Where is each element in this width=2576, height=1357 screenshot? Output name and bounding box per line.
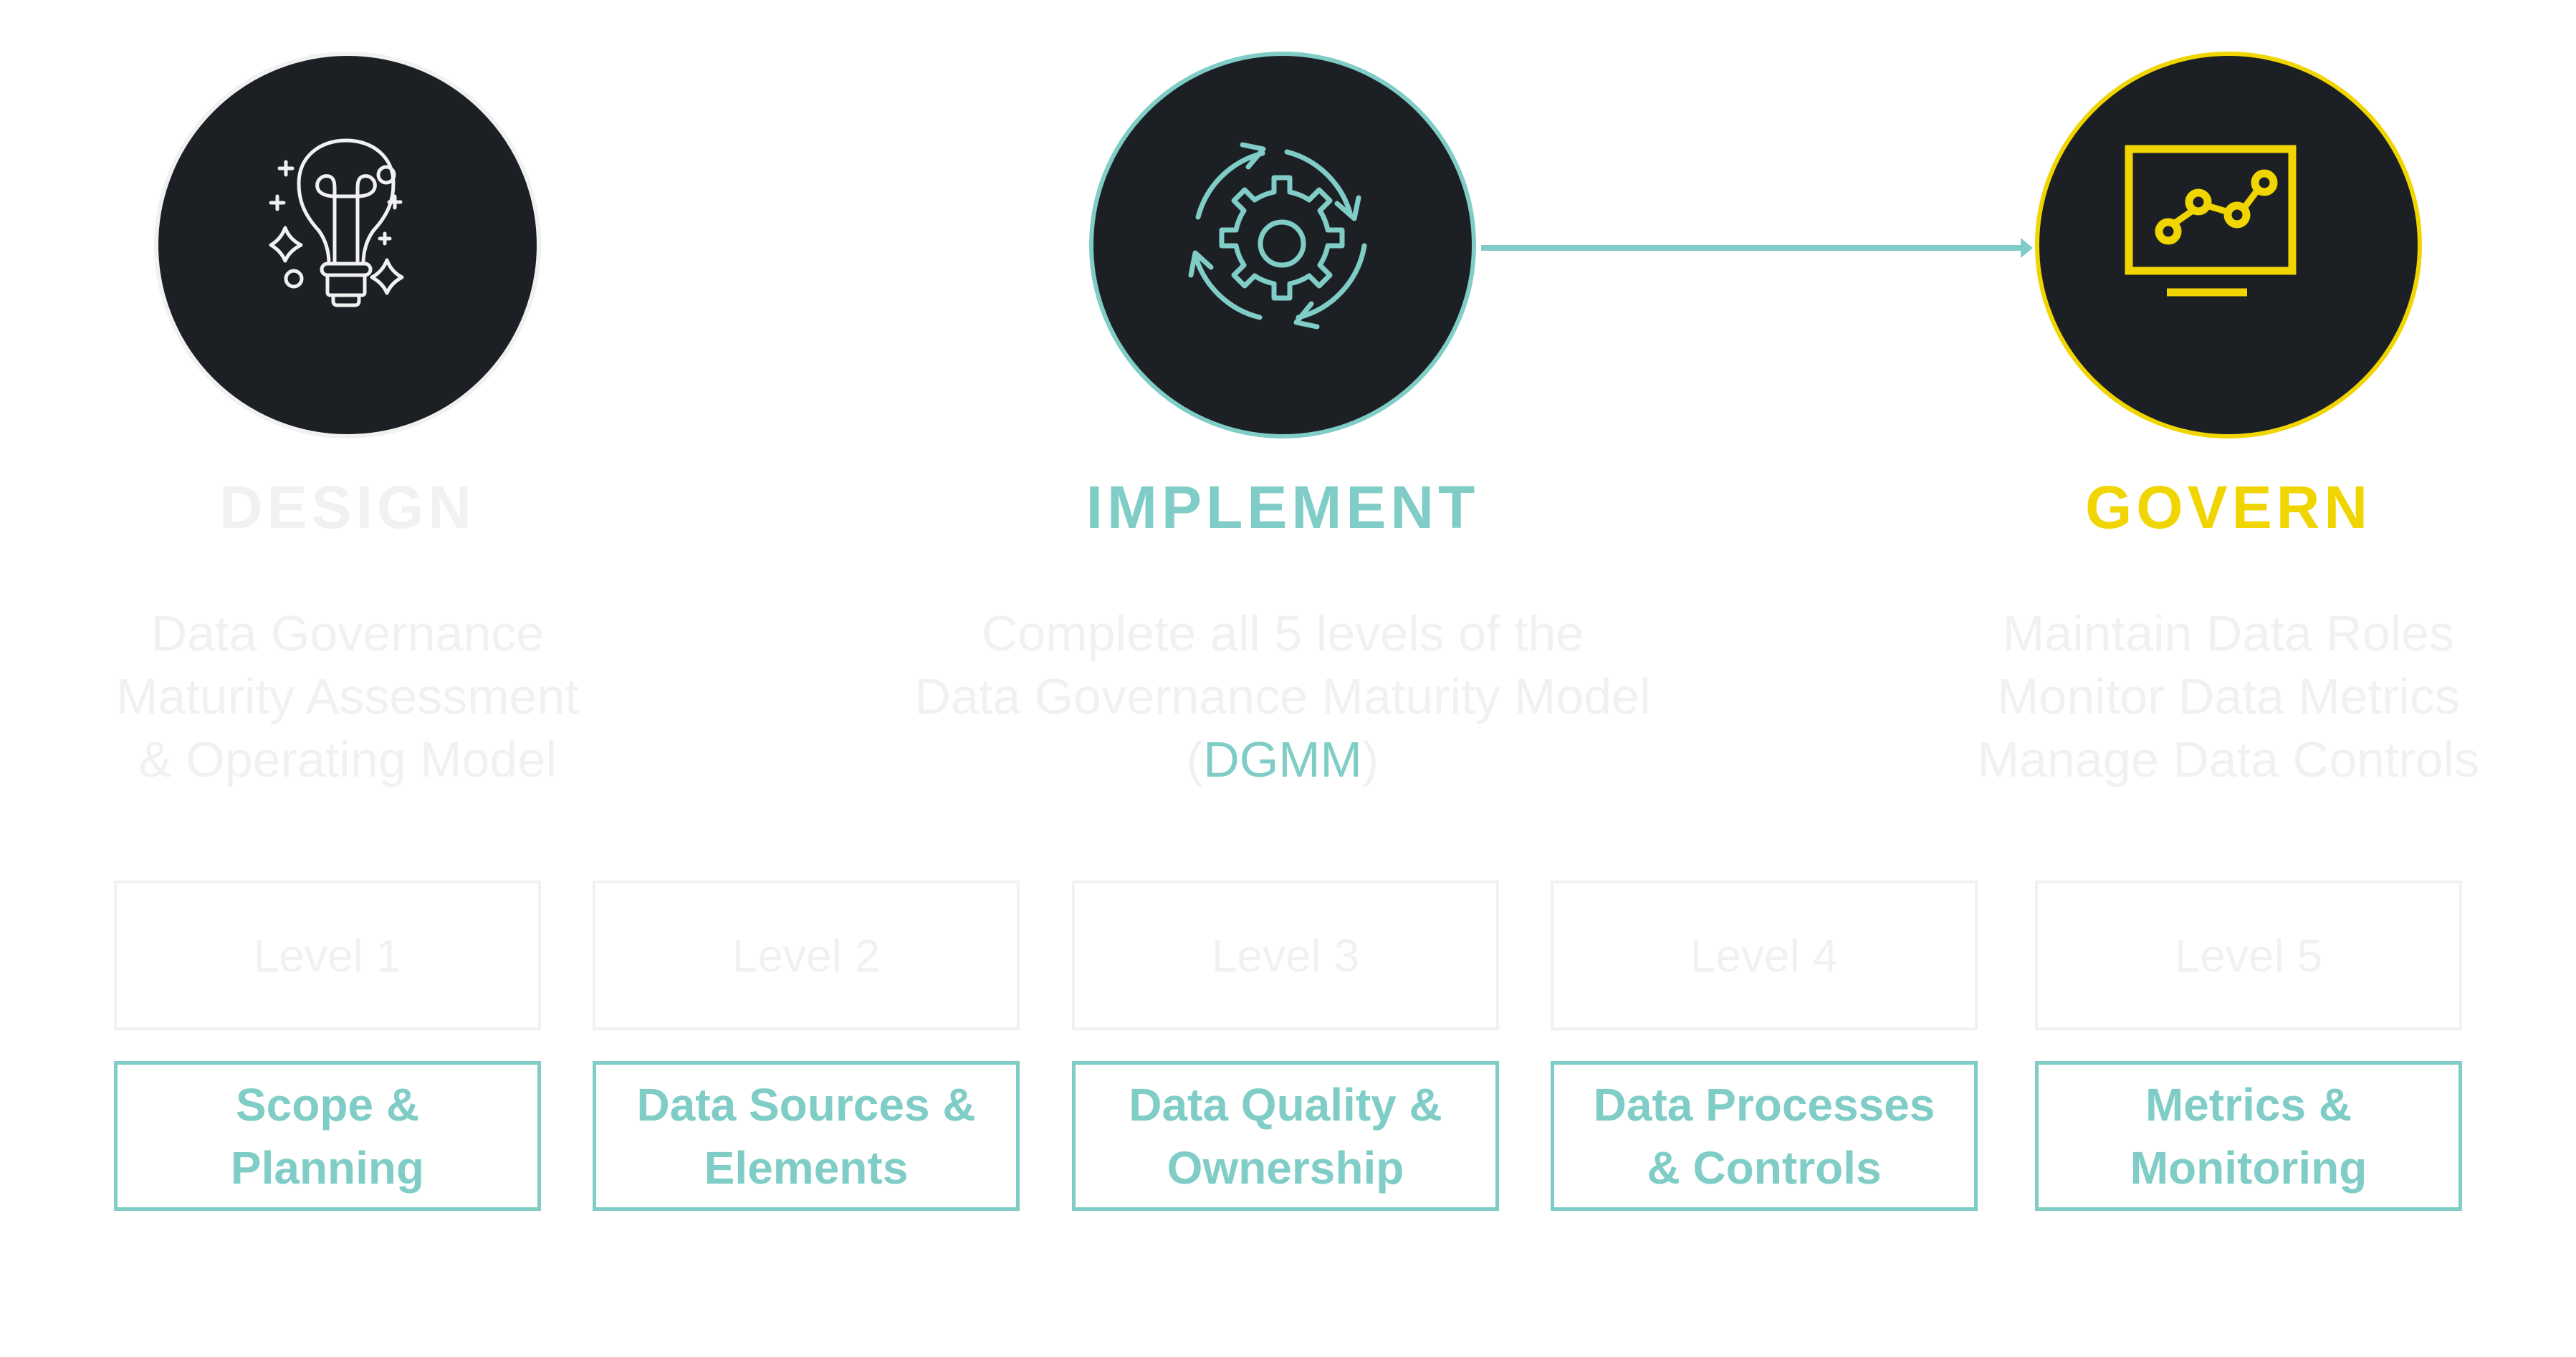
topic-line: Ownership: [1167, 1141, 1404, 1194]
topic-line: Data Processes: [1593, 1078, 1935, 1131]
topic-box-data-sources: Data Sources & Elements: [593, 1061, 1020, 1211]
description-line: Data Governance: [150, 605, 545, 661]
description-line: Monitor Data Metrics: [1997, 668, 2460, 724]
level-box-1: Level 1: [114, 881, 541, 1030]
description-line: Maintain Data Roles: [2002, 605, 2455, 661]
topic-line: Planning: [230, 1141, 425, 1194]
paren-open: (: [1186, 732, 1204, 787]
description-line: Complete all 5 levels of the: [981, 605, 1584, 661]
description-line: Manage Data Controls: [1977, 732, 2480, 787]
implement-to-govern-connector: [1481, 245, 2026, 251]
description-line: Maturity Assessment: [116, 668, 579, 724]
description-line: & Operating Model: [138, 732, 557, 787]
topic-line: Elements: [704, 1141, 909, 1194]
topic-line: & Controls: [1647, 1141, 1882, 1194]
topic-box-scope-planning: Scope & Planning: [114, 1061, 541, 1211]
implement-phase-description: Complete all 5 levels of the Data Govern…: [889, 602, 1677, 791]
govern-phase-title: GOVERN: [2084, 474, 2372, 541]
design-phase-circle: [154, 52, 541, 438]
topic-line: Metrics &: [2145, 1078, 2352, 1131]
arrow-right-icon: [2021, 238, 2033, 258]
govern-phase-description: Maintain Data Roles Monitor Data Metrics…: [1906, 602, 2551, 791]
level-box-5: Level 5: [2035, 881, 2462, 1030]
design-phase-description: Data Governance Maturity Assessment & Op…: [25, 602, 670, 791]
description-line: (DGMM): [889, 728, 1677, 791]
level-box-3: Level 3: [1072, 881, 1499, 1030]
topic-box-metrics-monitoring: Metrics & Monitoring: [2035, 1061, 2462, 1211]
govern-phase-circle: [2035, 52, 2422, 438]
dgmm-acronym: DGMM: [1203, 732, 1362, 787]
topic-box-data-quality: Data Quality & Ownership: [1072, 1061, 1499, 1211]
level-box-2: Level 2: [593, 881, 1020, 1030]
lightbulb-icon: [269, 138, 404, 307]
topic-line: Monitoring: [2130, 1141, 2367, 1194]
topic-line: Data Sources &: [636, 1078, 976, 1131]
gear-cycle-icon: [1188, 142, 1367, 330]
implement-phase-circle: [1089, 52, 1476, 438]
implement-phase-title: IMPLEMENT: [1086, 474, 1480, 541]
description-line: Data Governance Maturity Model: [914, 668, 1651, 724]
paren-close: ): [1361, 732, 1379, 787]
level-box-4: Level 4: [1551, 881, 1978, 1030]
monitor-chart-icon: [2125, 145, 2297, 297]
design-phase-title: DESIGN: [219, 474, 477, 541]
topic-line: Scope &: [235, 1078, 420, 1131]
topic-box-data-processes: Data Processes & Controls: [1551, 1061, 1978, 1211]
topic-line: Data Quality &: [1129, 1078, 1442, 1131]
